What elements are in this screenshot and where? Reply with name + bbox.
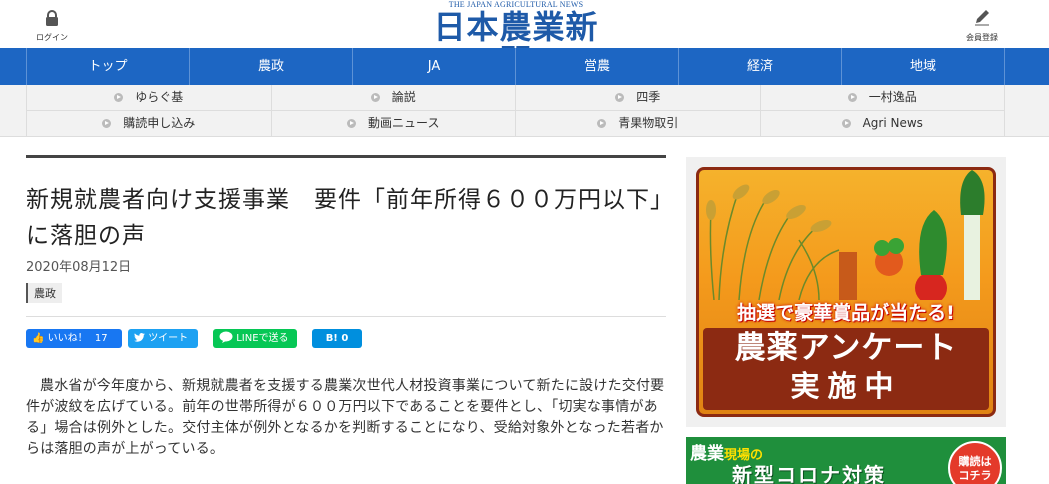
register-label: 会員登録 (966, 33, 998, 42)
subscribe-circle-text: 購読は コチラ (958, 455, 992, 482)
arrow-circle-icon (114, 93, 124, 102)
article-date: 2020年08月12日 (26, 260, 132, 275)
nav-item-ja[interactable]: JA (353, 48, 516, 85)
line-share-label: LINEで送る (236, 333, 289, 344)
facebook-like-button[interactable]: 👍 いいね！ 17 (26, 329, 122, 348)
crops-illustration (706, 170, 985, 300)
pen-icon (975, 10, 989, 26)
login-label: ログイン (36, 33, 68, 42)
subnav-label: 動画ニュース (368, 116, 440, 130)
subnav-item-editorial[interactable]: 論説 (272, 85, 516, 110)
subnav-item-yuragu[interactable]: ゆらぐ基 (27, 85, 272, 110)
arrow-circle-icon (102, 119, 112, 128)
subnav-item-subscribe[interactable]: 購読申し込み (27, 111, 272, 137)
nav-item-economy[interactable]: 経済 (679, 48, 842, 85)
arrow-circle-icon (347, 119, 357, 128)
arrow-circle-icon (615, 93, 625, 102)
subnav-label: 購読申し込み (123, 116, 196, 130)
subscribe-circle[interactable]: 購読は コチラ (948, 441, 1002, 484)
subnav-item-issonippin[interactable]: 一村逸品 (761, 85, 1005, 110)
article: 新規就農者向け支援事業 要件「前年所得６００万円以下」に落胆の声 2020年08… (26, 155, 666, 460)
corona-measures-ad[interactable]: 農業現場の 新型コロナ対策 購読は コチラ (686, 437, 1006, 484)
facebook-like-label: いいね！ (47, 333, 88, 344)
subnav-item-produce-trade[interactable]: 青果物取引 (516, 111, 761, 137)
survey-banner: 農薬アンケート 実施中 (703, 328, 989, 410)
site-header: ログイン THE JAPAN AGRICULTURAL NEWS 日本農業新聞 … (0, 0, 1049, 78)
arrow-circle-icon (847, 93, 857, 102)
main-nav: トップ 農政 JA 営農 経済 地域 (0, 48, 1049, 85)
tweet-button[interactable]: ツイート (128, 329, 198, 348)
hatena-bookmark-button[interactable]: B! 0 (312, 329, 362, 348)
twitter-bird-icon (134, 333, 145, 342)
register-button[interactable]: 会員登録 (962, 8, 1002, 43)
subnav-label: 論説 (391, 90, 416, 104)
subnav-label: Agri News (862, 116, 923, 130)
ad2-headline: 新型コロナ対策 (732, 463, 886, 484)
subnav-item-shiki[interactable]: 四季 (516, 85, 761, 110)
lock-icon (46, 10, 58, 26)
tweet-label: ツイート (148, 333, 189, 344)
login-button[interactable]: ログイン (34, 10, 70, 43)
ad2-title-big: 農業 (690, 444, 724, 464)
subnav-label: 一村逸品 (868, 90, 917, 104)
subnav-item-agri-news[interactable]: Agri News (761, 111, 1005, 137)
nav-item-top[interactable]: トップ (27, 48, 190, 85)
nav-item-farming[interactable]: 営農 (516, 48, 679, 85)
survey-title: 農薬アンケート (734, 330, 958, 366)
subnav-item-video-news[interactable]: 動画ニュース (272, 111, 516, 137)
category-tag[interactable]: 農政 (26, 283, 62, 303)
nav-item-region[interactable]: 地域 (842, 48, 1005, 85)
share-bar: 👍 いいね！ 17 ツイート LINEで送る B! 0 (26, 329, 666, 348)
arrow-circle-icon (841, 119, 851, 128)
ad-frame: 抽選で豪華賞品が当たる! 農薬アンケート 実施中 (696, 167, 996, 417)
lottery-text: 抽選で豪華賞品が当たる! (737, 302, 955, 324)
article-title: 新規就農者向け支援事業 要件「前年所得６００万円以下」に落胆の声 (26, 187, 663, 249)
facebook-like-count: 17 (94, 333, 108, 344)
divider (26, 316, 666, 317)
nav-item-agri-policy[interactable]: 農政 (190, 48, 353, 85)
sub-nav: ゆらぐ基 論説 四季 一村逸品 購読申し込み 動画ニュース 青果物取引 Agri… (0, 85, 1049, 137)
line-share-button[interactable]: LINEで送る (213, 329, 297, 348)
pesticide-survey-ad[interactable]: 抽選で豪華賞品が当たる! 農薬アンケート 実施中 (686, 157, 1006, 427)
article-body: 農水省が今年度から、新規就農者を支援する農業次世代人材投資事業について新たに設け… (26, 378, 665, 457)
arrow-circle-icon (370, 93, 380, 102)
line-icon (219, 331, 233, 343)
survey-subtitle: 実施中 (790, 369, 902, 403)
subnav-label: 青果物取引 (618, 116, 679, 130)
thumbs-up-icon: 👍 (32, 333, 45, 344)
article-top-rule (26, 155, 666, 158)
arrow-circle-icon (597, 119, 607, 128)
page: ログイン THE JAPAN AGRICULTURAL NEWS 日本農業新聞 … (0, 0, 1049, 484)
subnav-label: 四季 (636, 90, 661, 104)
subnav-label: ゆらぐ基 (135, 90, 184, 104)
